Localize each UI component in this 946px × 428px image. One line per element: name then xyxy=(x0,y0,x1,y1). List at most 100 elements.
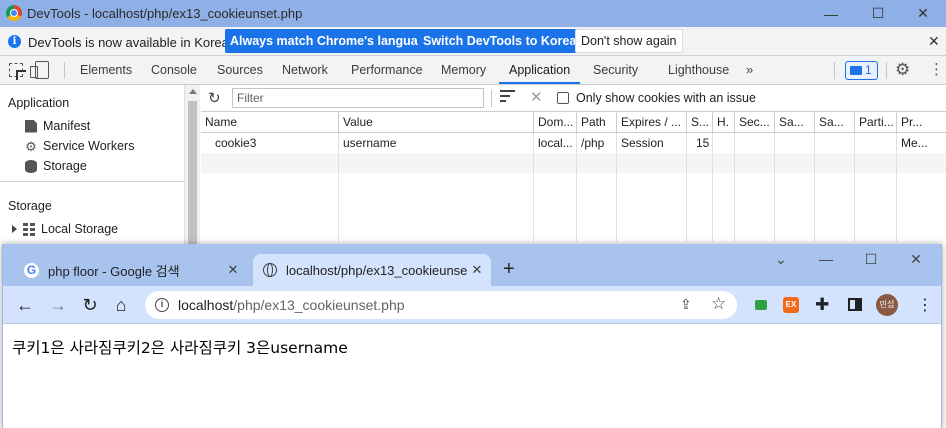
close-window-button[interactable]: ✕ xyxy=(900,0,946,27)
minimize-button[interactable]: — xyxy=(803,248,849,270)
device-toolbar-icon[interactable] xyxy=(30,61,49,79)
chrome-logo-icon xyxy=(6,5,22,21)
address-bar[interactable]: i localhost/php/ex13_cookieunset.php ⇪ ☆ xyxy=(145,291,737,319)
only-issues-label: Only show cookies with an issue xyxy=(576,91,756,105)
column-header-sameparty[interactable]: Sa... xyxy=(815,112,855,133)
forward-arrow-icon[interactable]: → xyxy=(46,293,70,317)
cookie-expires-cell[interactable]: Session xyxy=(617,133,687,153)
always-match-language-button[interactable]: Always match Chrome's language xyxy=(225,29,438,53)
browser-menu-icon[interactable]: ⋮ xyxy=(917,295,933,315)
scroll-up-arrow-icon[interactable] xyxy=(189,89,197,94)
url-path: /php/ex13_cookieunset.php xyxy=(233,297,405,313)
issues-badge[interactable]: 1 xyxy=(845,61,878,80)
extensions-puzzle-icon[interactable]: ✚ xyxy=(815,295,829,315)
tab-security[interactable]: Security xyxy=(593,56,638,84)
column-divider xyxy=(734,133,735,242)
column-header-partition-key[interactable]: Parti... xyxy=(855,112,897,133)
bookmark-star-icon[interactable]: ☆ xyxy=(711,294,726,314)
sidebar-item-label: Local Storage xyxy=(41,222,119,236)
settings-gear-icon[interactable]: ⚙ xyxy=(895,61,910,79)
avatar[interactable]: 민섭 xyxy=(876,294,898,316)
gear-icon: ⚙ xyxy=(25,138,37,154)
cookie-size-cell[interactable]: 15 xyxy=(692,133,713,153)
devtools-tab-bar: Elements Console Sources Network Perform… xyxy=(0,56,946,85)
column-header-samesite[interactable]: Sa... xyxy=(775,112,815,133)
devtools-window-title: DevTools - localhost/php/ex13_cookieunse… xyxy=(27,6,303,21)
new-tab-button[interactable]: + xyxy=(503,258,515,280)
chevron-down-icon[interactable]: ⌄ xyxy=(758,248,804,270)
side-panel-icon[interactable] xyxy=(848,298,862,311)
sidebar-item-label: Storage xyxy=(43,159,87,173)
tab-close-icon[interactable]: ✕ xyxy=(223,262,243,278)
extension-green-icon[interactable] xyxy=(755,300,767,310)
browser-tab-localhost[interactable]: localhost/php/ex13_cookieunset ✕ xyxy=(253,254,491,286)
browser-window: G php floor - Google 검색 ✕ localhost/php/… xyxy=(2,244,942,428)
share-icon[interactable]: ⇪ xyxy=(680,296,692,313)
sidebar-item-manifest[interactable]: Manifest xyxy=(25,117,90,135)
sidebar-heading-application: Application xyxy=(8,96,70,110)
tab-sources[interactable]: Sources xyxy=(217,56,263,84)
clear-filtered-cookies-icon[interactable] xyxy=(500,90,515,105)
cookie-filter-input[interactable] xyxy=(232,88,484,108)
document-icon xyxy=(25,119,37,133)
column-header-httponly[interactable]: H. xyxy=(713,112,735,133)
column-header-domain[interactable]: Dom... xyxy=(534,112,577,133)
column-divider xyxy=(854,133,855,242)
column-header-value[interactable]: Value xyxy=(339,112,534,133)
tab-network[interactable]: Network xyxy=(282,56,328,84)
infobar-close-icon[interactable]: ✕ xyxy=(928,33,940,50)
column-header-secure[interactable]: Sec... xyxy=(735,112,775,133)
cookie-priority-cell[interactable]: Me... xyxy=(897,133,946,153)
cookie-domain-cell[interactable]: local... xyxy=(534,133,577,153)
sidebar-divider xyxy=(0,181,184,182)
maximize-button[interactable]: ☐ xyxy=(848,248,894,270)
close-window-button[interactable]: ✕ xyxy=(893,248,939,270)
tab-title: localhost/php/ex13_cookieunset xyxy=(286,262,467,278)
inspect-element-icon[interactable] xyxy=(9,63,23,77)
column-header-priority[interactable]: Pr... xyxy=(897,112,946,133)
refresh-icon[interactable]: ↻ xyxy=(208,89,221,107)
cookie-value-cell[interactable]: username xyxy=(339,133,534,153)
cookie-name-cell[interactable]: cookie3 xyxy=(211,133,339,153)
sidebar-heading-storage: Storage xyxy=(8,199,52,213)
more-tabs-icon[interactable]: » xyxy=(746,62,753,77)
sidebar-item-storage[interactable]: Storage xyxy=(25,157,87,175)
switch-to-korean-button[interactable]: Switch DevTools to Korean xyxy=(418,29,589,53)
expand-arrow-icon[interactable] xyxy=(12,225,17,233)
reload-icon[interactable]: ↻ xyxy=(78,293,102,317)
sidebar-item-service-workers[interactable]: ⚙ Service Workers xyxy=(25,137,134,155)
tab-lighthouse[interactable]: Lighthouse xyxy=(668,56,729,84)
site-info-icon[interactable]: i xyxy=(155,298,169,312)
more-options-icon[interactable]: ⋮ xyxy=(929,61,944,79)
tabs-divider xyxy=(64,62,65,79)
column-header-size[interactable]: S... xyxy=(687,112,713,133)
column-header-path[interactable]: Path xyxy=(577,112,617,133)
sidebar-item-local-storage[interactable]: Local Storage xyxy=(12,220,119,238)
tab-performance[interactable]: Performance xyxy=(351,56,423,84)
browser-toolbar: ← → ↻ ⌂ i localhost/php/ex13_cookieunset… xyxy=(3,286,941,324)
home-icon[interactable]: ⌂ xyxy=(109,293,133,317)
tab-elements[interactable]: Elements xyxy=(80,56,132,84)
column-header-name[interactable]: Name xyxy=(201,112,339,133)
maximize-button[interactable]: ☐ xyxy=(855,0,901,27)
dont-show-again-button[interactable]: Don't show again xyxy=(575,29,683,53)
tab-application[interactable]: Application xyxy=(499,56,581,84)
tab-memory[interactable]: Memory xyxy=(441,56,486,84)
only-issues-checkbox[interactable] xyxy=(557,92,569,104)
google-icon: G xyxy=(24,262,39,278)
tab-close-icon[interactable]: ✕ xyxy=(467,262,487,278)
scrollbar-thumb[interactable] xyxy=(188,101,197,251)
globe-icon xyxy=(263,263,277,277)
minimize-button[interactable]: — xyxy=(808,0,854,27)
delete-selected-icon[interactable]: ✕ xyxy=(530,88,543,106)
cookie-path-cell[interactable]: /php xyxy=(577,133,617,153)
url-text[interactable]: localhost/php/ex13_cookieunset.php xyxy=(178,297,405,313)
browser-tab-google-search[interactable]: G php floor - Google 검색 ✕ xyxy=(15,254,247,286)
column-header-expires[interactable]: Expires / ... xyxy=(617,112,687,133)
column-divider xyxy=(814,133,815,242)
extension-orange-icon[interactable]: EX xyxy=(783,297,799,313)
browser-tab-strip: G php floor - Google 검색 ✕ localhost/php/… xyxy=(3,244,941,286)
back-arrow-icon[interactable]: ← xyxy=(13,293,37,317)
page-output-text: 쿠키1은 사라짐쿠키2은 사라짐쿠키 3은username xyxy=(12,339,348,357)
tab-console[interactable]: Console xyxy=(151,56,197,84)
